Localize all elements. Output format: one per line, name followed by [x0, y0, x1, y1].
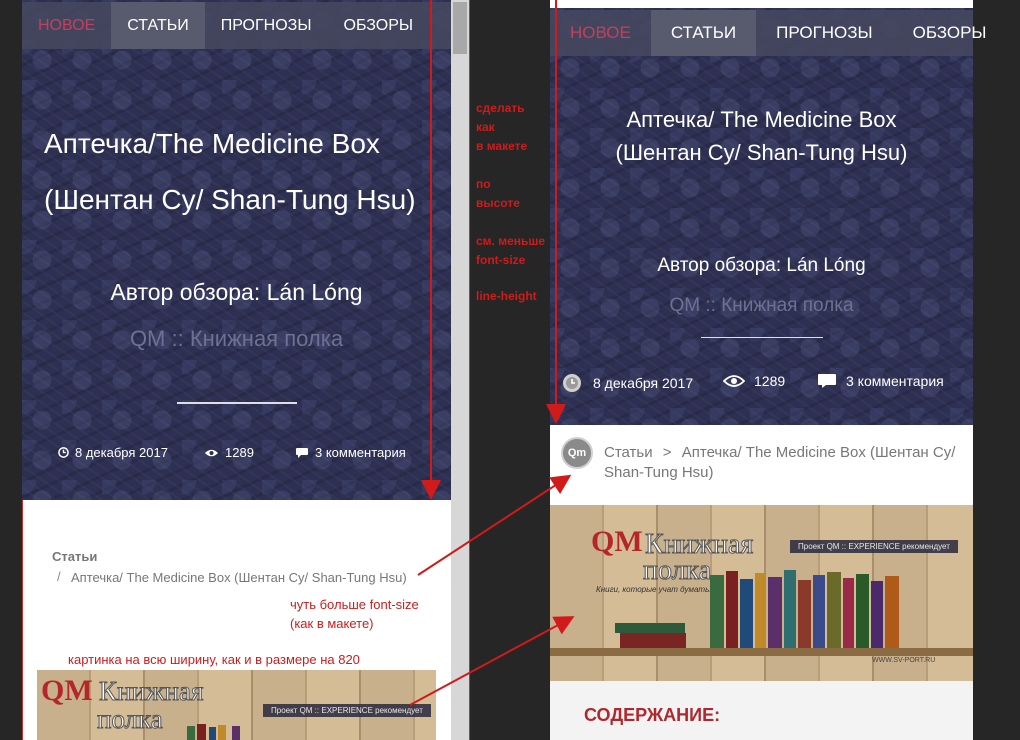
meta-views: 1289	[204, 445, 254, 460]
contents-heading: СОДЕРЖАНИЕ:	[584, 705, 721, 725]
annotation-line: в макете	[476, 139, 528, 153]
annotation-line: см. меньше	[476, 234, 546, 248]
nav-item-articles[interactable]: СТАТЬИ	[650, 10, 757, 56]
eye-icon	[204, 449, 219, 456]
book	[784, 570, 796, 648]
banner-title-line1: Книжная	[98, 676, 204, 707]
book	[813, 575, 825, 648]
right-bookshelf-banner: QM Книжная полка Проект QM :: EXPERIENCE…	[550, 505, 973, 681]
right-main-nav: НОВОЕ СТАТЬИ ПРОГНОЗЫ ОБЗОРЫ	[550, 10, 986, 56]
meta-comments[interactable]: 3 комментария	[817, 373, 944, 389]
annotation-line: чуть больше font-size	[290, 597, 419, 612]
book	[827, 572, 841, 648]
right-hero-background	[550, 8, 973, 425]
annotation-full-width: картинка на всю ширину, как и в размере …	[68, 652, 360, 667]
banner-tagline: Проект QM :: EXPERIENCE рекомендует	[263, 704, 431, 717]
book	[187, 726, 195, 740]
banner-tagline: Проект QM :: EXPERIENCE рекомендует	[790, 540, 958, 553]
annotation-line: как	[476, 120, 495, 134]
meta-comments-text: 3 комментария	[315, 445, 406, 460]
qm-logo-icon[interactable]: Qm	[561, 437, 593, 469]
nav-item-reviews[interactable]: ОБЗОРЫ	[893, 10, 1007, 56]
clock-icon	[563, 374, 581, 392]
hero-divider	[701, 337, 823, 338]
annotation-bigger-font: чуть больше font-size (как в макете)	[290, 595, 419, 633]
article-title-line1: Аптечка/The Medicine Box	[44, 128, 380, 159]
book	[232, 726, 240, 740]
annotation-line: по	[476, 177, 491, 191]
breadcrumb-current: Аптечка/ The Medicine Box (Шентан Су/ Sh…	[604, 444, 956, 481]
book	[615, 623, 685, 633]
banner-qm-text: QM	[41, 674, 93, 707]
article-title-line2: (Шентан Су/ Shan-Tung Hsu)	[44, 184, 416, 215]
meta-comments-text: 3 комментария	[846, 373, 944, 389]
book	[768, 577, 782, 648]
annotation-line: (как в макете)	[290, 616, 374, 631]
banner-subtag: Книги, которые учат думать...	[596, 585, 716, 594]
meta-date: 8 декабря 2017	[58, 445, 168, 460]
meta-date: 8 декабря 2017	[562, 373, 693, 393]
annotation-height: по высоте	[476, 175, 520, 213]
breadcrumb-root-link[interactable]: Статьи	[604, 444, 653, 461]
banner-site: WWW.SV-PORT.RU	[872, 657, 936, 664]
book	[710, 575, 724, 648]
breadcrumb-root-link[interactable]: Статьи	[52, 549, 97, 564]
nav-item-forecasts[interactable]: ПРОГНОЗЫ	[205, 2, 328, 49]
annotation-make-like: сделать как в макете	[476, 99, 527, 156]
article-title-line2: (Шентан Су/ Shan-Tung Hsu)	[615, 140, 908, 165]
left-scrollbar[interactable]	[451, 0, 469, 740]
meta-comments[interactable]: 3 комментария	[295, 445, 406, 460]
meta-views-text: 1289	[225, 445, 254, 460]
book	[856, 574, 869, 648]
nav-item-new[interactable]: НОВОЕ	[550, 10, 651, 56]
comment-icon	[818, 374, 836, 388]
nav-item-articles[interactable]: СТАТЬИ	[111, 2, 205, 49]
book	[755, 573, 766, 648]
book	[740, 579, 753, 648]
book	[620, 633, 686, 648]
nav-item-reviews[interactable]: ОБЗОРЫ	[328, 2, 430, 49]
left-main-nav: НОВОЕ СТАТЬИ ПРОГНОЗЫ ОБЗОРЫ	[22, 2, 451, 49]
book	[885, 576, 899, 648]
article-title-line1: Аптечка/ The Medicine Box	[626, 107, 897, 132]
banner-title-line2: полка	[642, 555, 712, 587]
shelf	[550, 648, 973, 656]
annotation-font: см. меньше font-size	[476, 232, 545, 270]
book	[218, 725, 226, 740]
book	[843, 578, 854, 648]
annotation-line-height: line-height	[476, 289, 537, 303]
annotation-line: font-size	[476, 253, 526, 267]
banner-qm-text: QM	[591, 525, 643, 558]
eye-icon	[723, 375, 745, 387]
meta-views-text: 1289	[754, 373, 786, 389]
book	[726, 571, 738, 648]
left-hero-background	[22, 0, 451, 500]
comment-icon	[296, 447, 308, 458]
article-source-link[interactable]: QM :: Книжная полка	[550, 295, 973, 317]
nav-item-forecasts[interactable]: ПРОГНОЗЫ	[756, 10, 892, 56]
meta-views: 1289	[723, 373, 785, 389]
left-scrollbar-thumb[interactable]	[453, 2, 467, 54]
clock-icon	[58, 447, 69, 458]
book	[871, 581, 883, 648]
annotation-line: высоте	[476, 196, 520, 210]
breadcrumb: Статьи > Аптечка/ The Medicine Box (Шент…	[604, 443, 964, 483]
article-author: Автор обзора: Lán Lóng	[657, 255, 866, 276]
book	[197, 724, 206, 740]
article-source-link[interactable]: QM :: Книжная полка	[22, 326, 451, 352]
annotation-line: сделать	[476, 101, 525, 115]
hero-divider	[177, 402, 297, 404]
article-author: Автор обзора: Lán Lóng	[110, 279, 363, 305]
breadcrumb-current: Аптечка/ The Medicine Box (Шентан Су/ Sh…	[71, 570, 407, 585]
book	[209, 727, 216, 740]
meta-date-text: 8 декабря 2017	[75, 445, 168, 460]
book	[798, 580, 811, 648]
left-bookshelf-banner: QM Книжная полка Проект QM :: EXPERIENCE…	[37, 670, 436, 740]
meta-date-text: 8 декабря 2017	[593, 375, 694, 391]
nav-item-new[interactable]: НОВОЕ	[22, 2, 111, 49]
banner-title-line2: полка	[97, 704, 164, 735]
breadcrumb-separator: >	[662, 444, 672, 461]
